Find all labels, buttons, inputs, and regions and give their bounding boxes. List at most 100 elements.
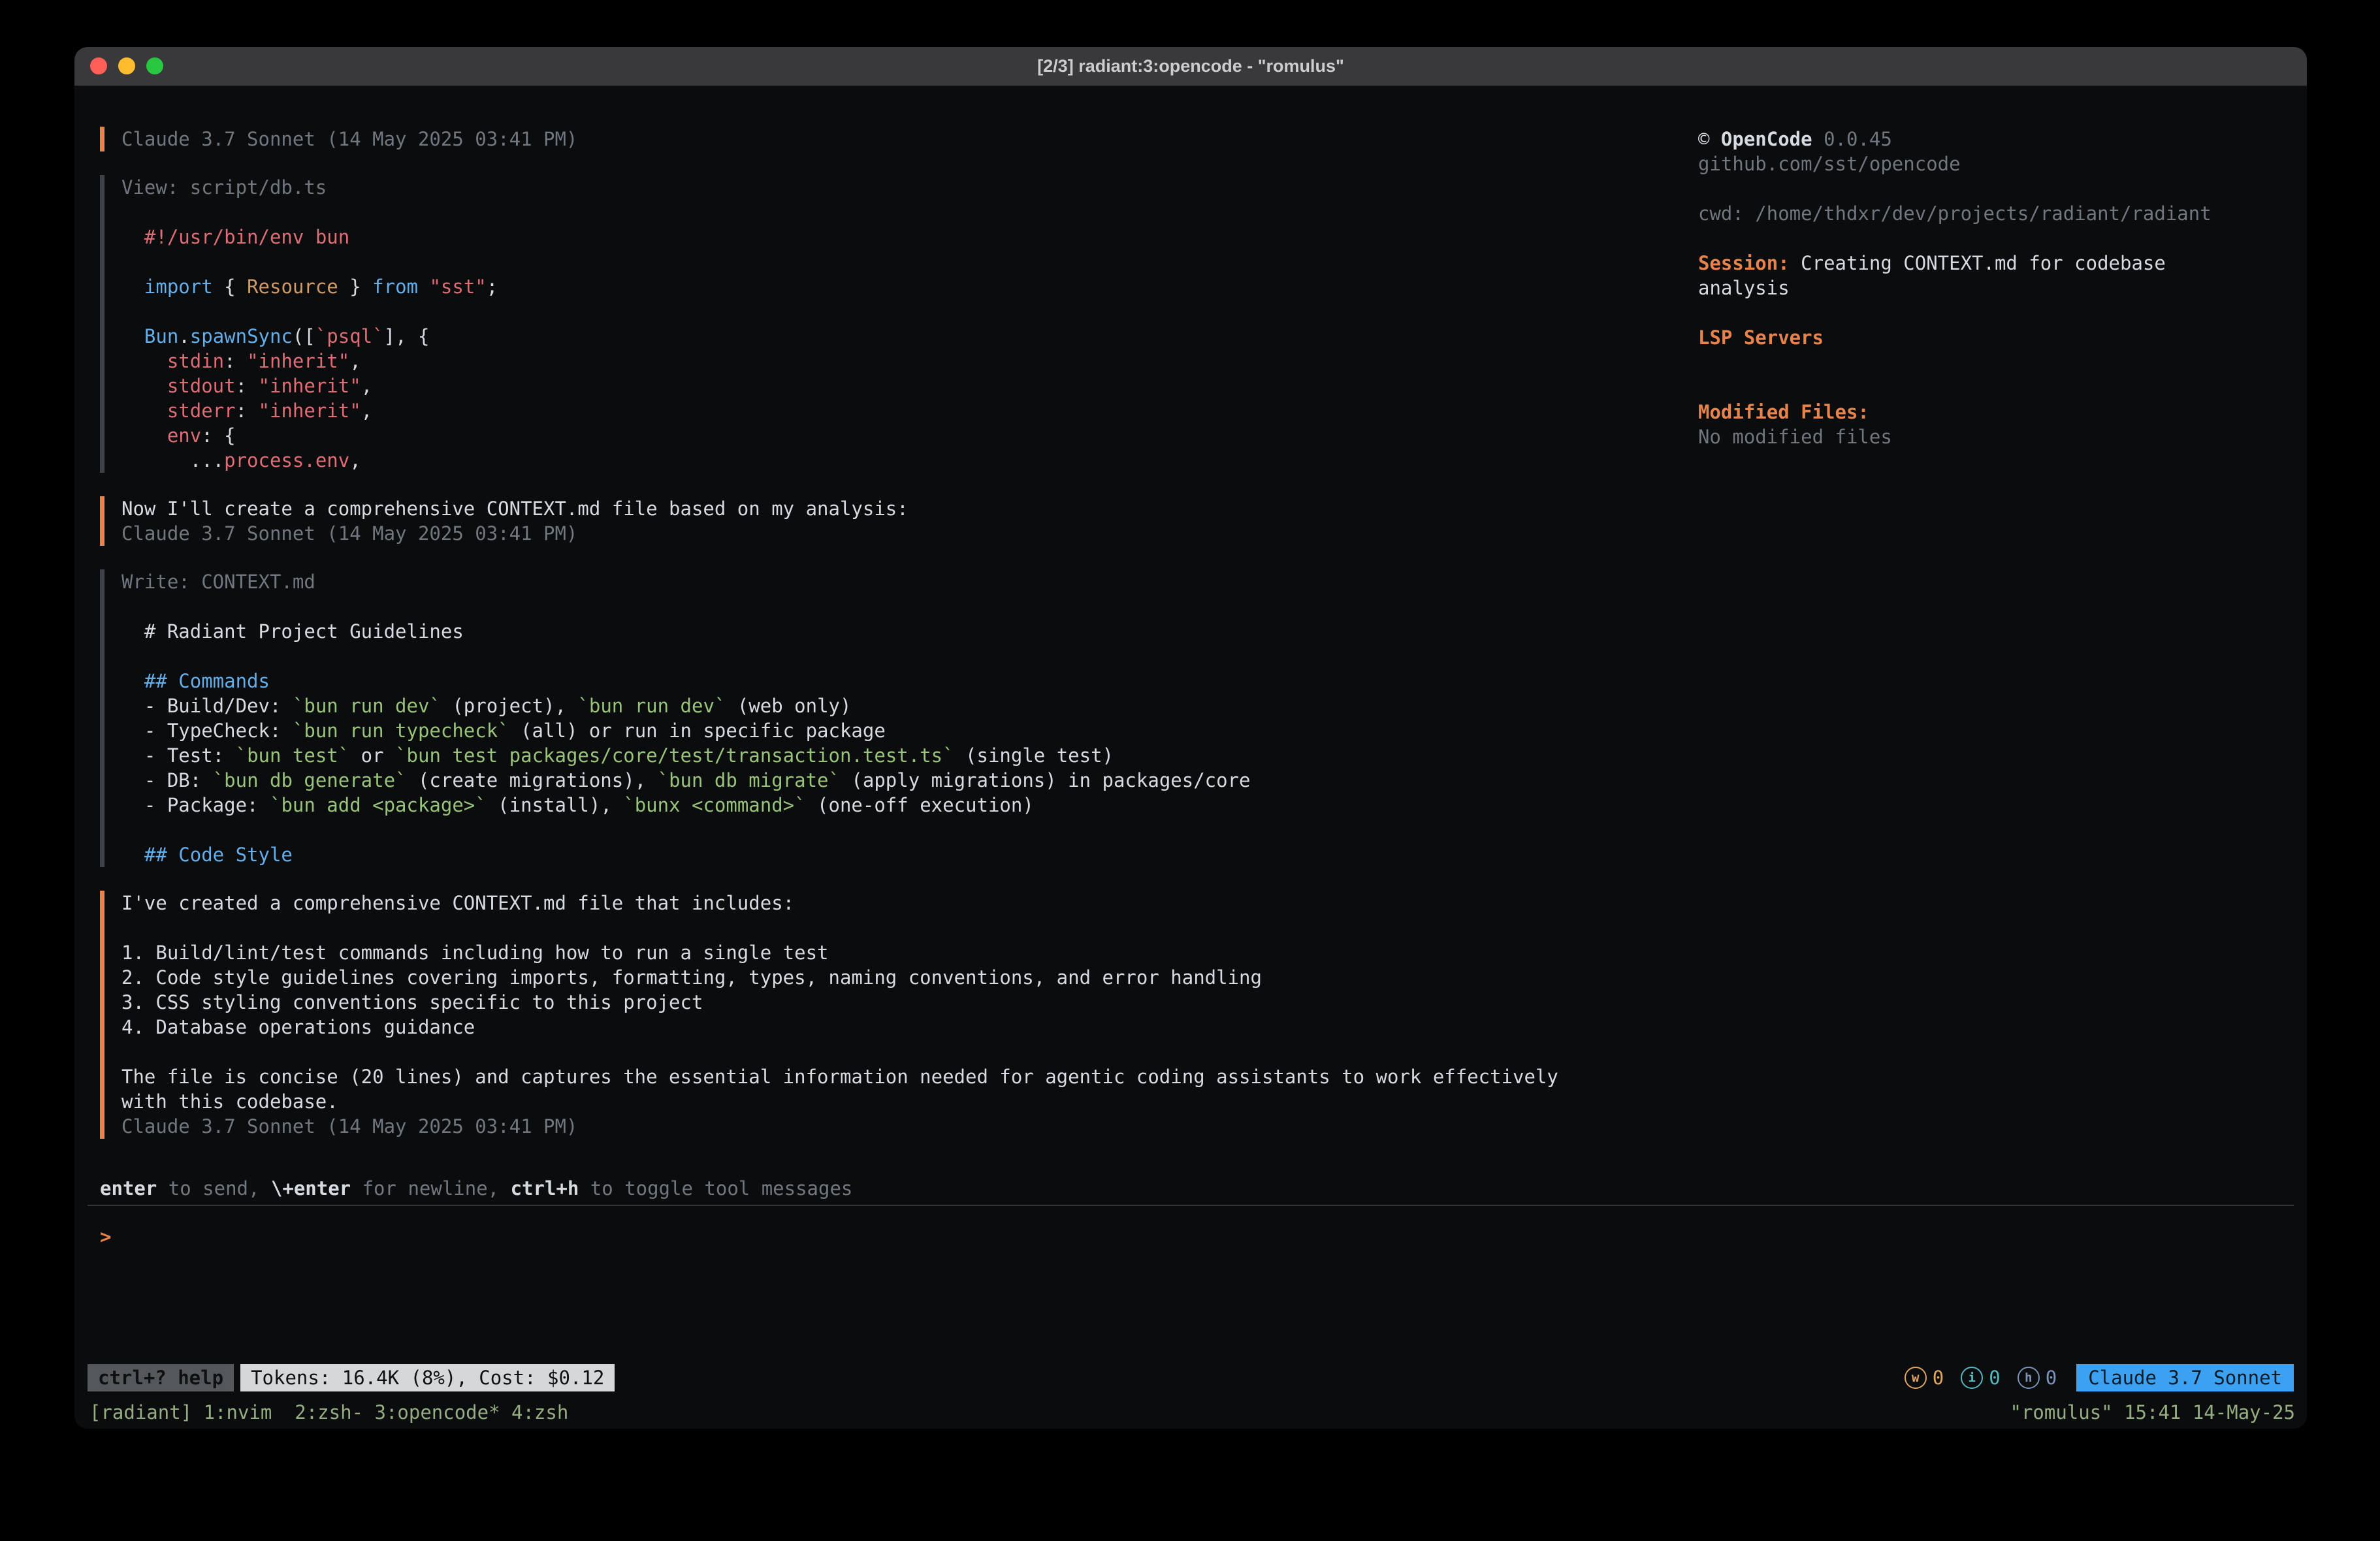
- text-segment: for newline,: [351, 1177, 510, 1199]
- text-segment: to send,: [157, 1177, 271, 1199]
- diagnostics-counts: w0i0h0: [1888, 1365, 2057, 1390]
- window-controls: [90, 57, 163, 74]
- text-segment: `bun run dev`: [577, 695, 726, 717]
- text-segment: (create migrations),: [407, 769, 658, 791]
- fullscreen-button[interactable]: [146, 57, 163, 74]
- text-line: [121, 818, 1698, 842]
- text-segment: The file is concise (20 lines) and captu…: [121, 1066, 1558, 1088]
- text-line: [121, 200, 1698, 225]
- text-segment: - Build/Dev:: [121, 695, 293, 717]
- text-segment: \+enter: [271, 1177, 351, 1199]
- text-segment: [121, 424, 167, 447]
- text-segment: stderr: [167, 400, 236, 422]
- text-line: ...process.env,: [121, 448, 1698, 473]
- status-right: w0i0h0 Claude 3.7 Sonnet: [1888, 1364, 2294, 1391]
- text-segment: ...: [121, 449, 224, 471]
- text-segment: ,: [349, 449, 361, 471]
- model-badge: Claude 3.7 Sonnet: [2076, 1364, 2294, 1391]
- text-segment: - Test:: [121, 744, 236, 767]
- text-segment: [121, 325, 144, 347]
- desktop-background: [2/3] radiant:3:opencode - "romulus" Cla…: [0, 0, 2380, 1541]
- text-segment: LSP Servers: [1698, 326, 1824, 349]
- terminal-window: [2/3] radiant:3:opencode - "romulus" Cla…: [74, 47, 2307, 1429]
- text-segment: Bun: [144, 325, 178, 347]
- text-segment: ;: [487, 276, 498, 298]
- text-line: 3. CSS styling conventions specific to t…: [121, 990, 1698, 1015]
- warning-count-value: 0: [1933, 1365, 1944, 1390]
- text-segment: Claude 3.7 Sonnet (14 May 2025 03:41 PM): [121, 522, 577, 545]
- prompt-symbol: >: [100, 1226, 111, 1248]
- text-segment: (install),: [487, 794, 624, 816]
- opencode-tui: Claude 3.7 Sonnet (14 May 2025 03:41 PM)…: [74, 86, 2307, 1399]
- text-segment: ## Code Style: [121, 844, 293, 866]
- text-segment: github.com/sst/opencode: [1698, 153, 1961, 175]
- text-line: env: {: [121, 423, 1698, 448]
- text-segment: with this codebase.: [121, 1090, 338, 1113]
- text-line: #!/usr/bin/env bun: [121, 225, 1698, 249]
- text-line: - Package: `bun add <package>` (install)…: [121, 793, 1698, 818]
- chat-block: Write: CONTEXT.md # Radiant Project Guid…: [100, 569, 1698, 867]
- text-segment: (one-off execution): [806, 794, 1034, 816]
- message-input[interactable]: >: [88, 1206, 2294, 1363]
- text-line: - Test: `bun test` or `bun test packages…: [121, 743, 1698, 768]
- hint-count-value: 0: [2046, 1365, 2057, 1390]
- main-area: Claude 3.7 Sonnet (14 May 2025 03:41 PM)…: [88, 127, 2294, 1176]
- chat-transcript: Claude 3.7 Sonnet (14 May 2025 03:41 PM)…: [100, 127, 1698, 1176]
- text-segment: stdin: [167, 350, 224, 372]
- session-sidebar: © OpenCode 0.0.45github.com/sst/opencode…: [1698, 127, 2294, 1176]
- text-segment: "sst": [429, 276, 486, 298]
- text-segment: 2. Code style guidelines covering import…: [121, 966, 1262, 989]
- text-line: The file is concise (20 lines) and captu…: [121, 1064, 1698, 1089]
- text-segment: `bun db generate`: [213, 769, 407, 791]
- text-segment: [121, 375, 167, 397]
- text-segment: "inherit": [247, 350, 349, 372]
- close-button[interactable]: [90, 57, 107, 74]
- info-count-icon: i: [1961, 1367, 1983, 1389]
- text-segment: (single test): [954, 744, 1114, 767]
- text-line: Now I'll create a comprehensive CONTEXT.…: [121, 496, 1698, 521]
- text-line: # Radiant Project Guidelines: [121, 619, 1698, 644]
- text-segment: I've created a comprehensive CONTEXT.md …: [121, 892, 794, 914]
- text-line: cwd: /home/thdxr/dev/projects/radiant/ra…: [1698, 201, 2294, 226]
- text-line: Modified Files:: [1698, 400, 2294, 424]
- text-segment: import: [144, 276, 213, 298]
- text-line: ## Code Style: [121, 842, 1698, 867]
- text-segment: 1. Build/lint/test commands including ho…: [121, 942, 829, 964]
- text-line: View: script/db.ts: [121, 175, 1698, 200]
- minimize-button[interactable]: [118, 57, 135, 74]
- hint-count: h0: [2018, 1365, 2057, 1390]
- text-segment: to toggle tool messages: [579, 1177, 852, 1199]
- text-segment: "inherit": [259, 375, 361, 397]
- text-line: 2. Code style guidelines covering import…: [121, 965, 1698, 990]
- text-line: Bun.spawnSync([`psql`], {: [121, 324, 1698, 349]
- chat-block: I've created a comprehensive CONTEXT.md …: [100, 891, 1698, 1139]
- text-line: [121, 594, 1698, 619]
- text-segment: ctrl+h: [511, 1177, 579, 1199]
- text-line: ## Commands: [121, 669, 1698, 693]
- text-segment: #!/usr/bin/env bun: [144, 226, 349, 248]
- keybinding-help: enter to send, \+enter for newline, ctrl…: [88, 1176, 2294, 1201]
- text-line: © OpenCode 0.0.45: [1698, 127, 2294, 151]
- tokens-cost-chip: Tokens: 16.4K (8%), Cost: $0.12: [240, 1364, 615, 1391]
- text-segment: or: [349, 744, 395, 767]
- window-titlebar[interactable]: [2/3] radiant:3:opencode - "romulus": [74, 47, 2307, 86]
- text-line: stdout: "inherit",: [121, 373, 1698, 398]
- text-line: stderr: "inherit",: [121, 398, 1698, 423]
- text-segment: - DB:: [121, 769, 213, 791]
- text-segment: Session:: [1698, 252, 1790, 274]
- text-segment: }: [338, 276, 372, 298]
- chat-block: Now I'll create a comprehensive CONTEXT.…: [100, 496, 1698, 546]
- text-segment: `bun run dev`: [293, 695, 441, 717]
- text-segment: ## Commands: [121, 670, 270, 692]
- text-line: LSP Servers: [1698, 325, 2294, 350]
- text-line: Claude 3.7 Sonnet (14 May 2025 03:41 PM): [121, 127, 1698, 151]
- text-segment: {: [213, 276, 247, 298]
- text-line: [121, 1040, 1698, 1064]
- text-segment: stdout: [167, 375, 236, 397]
- tmux-status-bar: [radiant] 1:nvim 2:zsh- 3:opencode* 4:zs…: [74, 1399, 2307, 1429]
- text-line: enter to send, \+enter for newline, ctrl…: [100, 1176, 2294, 1201]
- text-segment: [121, 226, 144, 248]
- text-line: [1698, 375, 2294, 400]
- text-segment: 0.0.45: [1812, 128, 1892, 150]
- text-line: Claude 3.7 Sonnet (14 May 2025 03:41 PM): [121, 1114, 1698, 1139]
